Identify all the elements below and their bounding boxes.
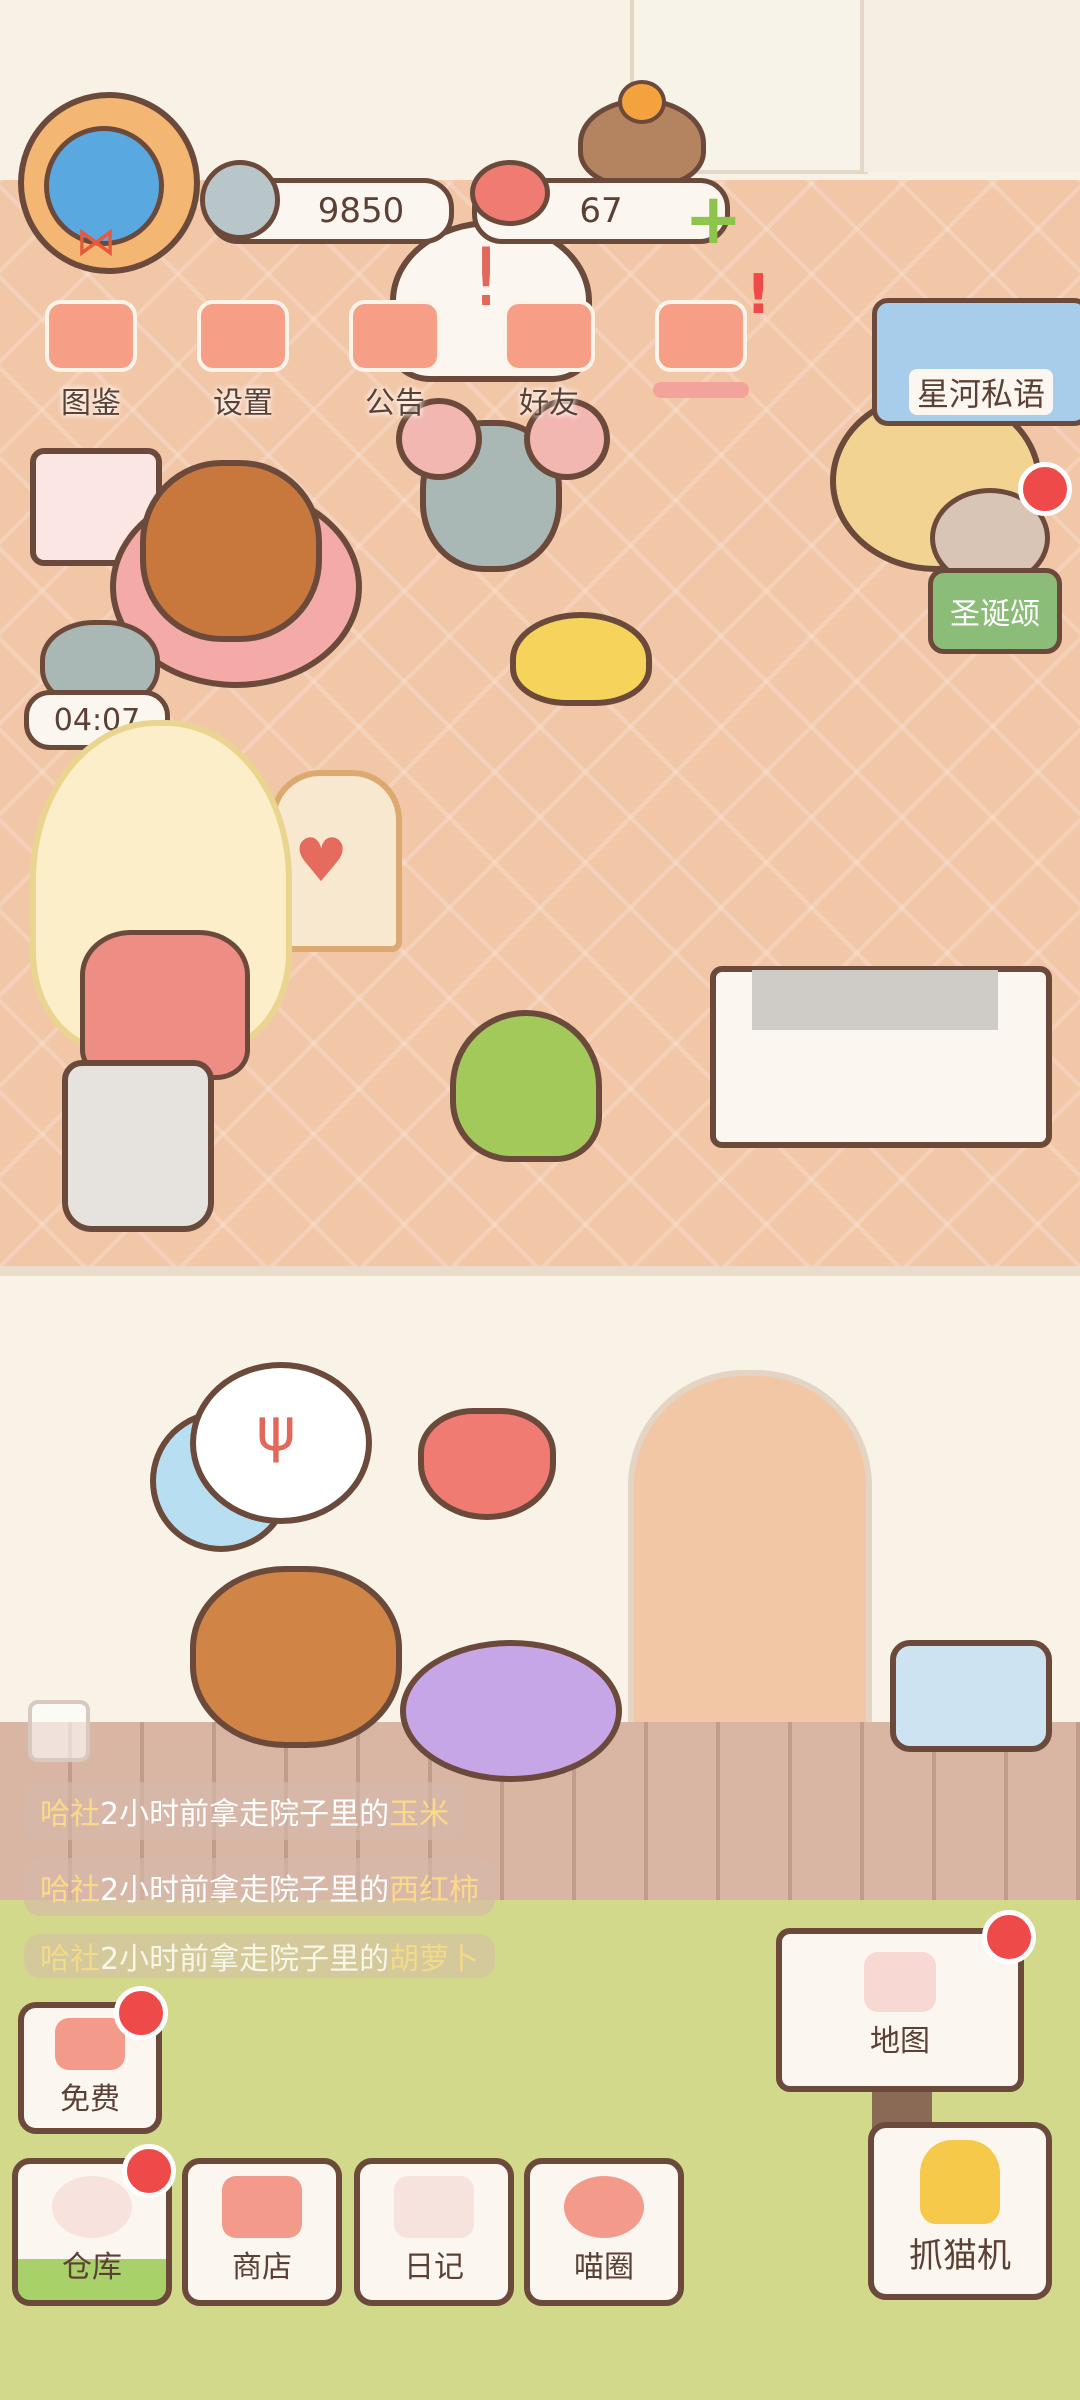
notice-name: 哈社 bbox=[40, 1942, 100, 1977]
frog-sprite[interactable] bbox=[450, 1010, 602, 1162]
claw-icon bbox=[920, 2140, 1000, 2224]
gear-icon bbox=[197, 300, 289, 372]
menu-label-settings: 设置 bbox=[213, 386, 273, 421]
menu-item-friends[interactable]: 好友 bbox=[490, 300, 608, 421]
warehouse-icon bbox=[52, 2176, 132, 2238]
menu-label-collection: 图鉴 bbox=[61, 386, 121, 421]
shop-button[interactable]: 商店 bbox=[182, 2158, 342, 2306]
fish-currency-value: 9850 bbox=[317, 191, 405, 231]
girl-dress bbox=[80, 930, 250, 1080]
notice-item-3: 哈社 2小时前拿走院子里的 胡萝卜 bbox=[24, 1934, 496, 1978]
arch-doorway[interactable] bbox=[628, 1370, 872, 1736]
map-notification-badge bbox=[982, 1910, 1036, 1964]
notice-item: 胡萝卜 bbox=[389, 1942, 480, 1977]
affection-progress-bar bbox=[653, 382, 749, 398]
heart-painting: ♥ bbox=[294, 826, 348, 896]
cat-circle-label: 喵圈 bbox=[574, 2250, 634, 2285]
menu-item-affection[interactable] bbox=[642, 300, 760, 400]
warehouse-label: 仓库 bbox=[62, 2250, 122, 2285]
map-label: 地图 bbox=[870, 2024, 930, 2059]
diary-button[interactable]: 日记 bbox=[354, 2158, 514, 2306]
menu-label-announcement: 公告 bbox=[365, 386, 425, 421]
heart-hands-icon bbox=[655, 300, 747, 372]
warehouse-notification-badge bbox=[122, 2144, 176, 2198]
free-label: 免费 bbox=[60, 2082, 120, 2117]
christmas-carol-label: 圣诞颂 bbox=[950, 597, 1040, 632]
diary-icon bbox=[394, 2176, 474, 2238]
menu-label-friends: 好友 bbox=[519, 386, 579, 421]
christmas-notification-badge bbox=[1018, 462, 1072, 516]
add-heart-button[interactable]: + bbox=[684, 184, 743, 254]
bow-icon: ⋈ bbox=[76, 219, 116, 265]
notice-item: 西红柿 bbox=[389, 1873, 480, 1908]
fish-icon bbox=[200, 160, 280, 240]
christmas-carol-button[interactable]: 圣诞颂 bbox=[928, 568, 1062, 654]
seed-box-lid bbox=[752, 970, 998, 1030]
notice-name: 哈社 bbox=[40, 1873, 100, 1908]
free-heart-icon bbox=[55, 2018, 125, 2070]
free-notification-badge bbox=[114, 1986, 168, 2040]
heart-sign bbox=[418, 1408, 556, 1520]
menu-item-collection[interactable]: 图鉴 bbox=[32, 300, 150, 421]
trash-can bbox=[62, 1060, 214, 1232]
shop-icon bbox=[222, 2176, 302, 2238]
notice-item-2: 哈社 2小时前拿走院子里的 西红柿 bbox=[24, 1858, 496, 1916]
heart-icon bbox=[470, 160, 550, 226]
orange-fruit-icon bbox=[618, 80, 666, 124]
claw-machine-label: 抓猫机 bbox=[909, 2236, 1011, 2276]
notice-text: 2小时前拿走院子里的 bbox=[100, 1797, 390, 1832]
notice-name: 哈社 bbox=[40, 1797, 100, 1832]
notice-text: 2小时前拿走院子里的 bbox=[100, 1942, 390, 1977]
message-toggle-icon[interactable] bbox=[28, 1700, 90, 1762]
gift-icon bbox=[349, 300, 441, 372]
fork-spoon-icon: ψ bbox=[256, 1395, 296, 1465]
cat-planet-icon bbox=[564, 2176, 644, 2238]
shop-label: 商店 bbox=[232, 2250, 292, 2285]
star-river-button[interactable]: 星河私语 bbox=[872, 298, 1080, 426]
alert-icon: ! bbox=[746, 263, 771, 326]
menu-item-settings[interactable]: 设置 bbox=[184, 300, 302, 421]
telescope[interactable] bbox=[890, 1640, 1052, 1752]
cat-circle-button[interactable]: 喵圈 bbox=[524, 2158, 684, 2306]
notice-item-1: 哈社 2小时前拿走院子里的 玉米 bbox=[24, 1782, 466, 1840]
cat-book-icon bbox=[45, 300, 137, 372]
flower-pot bbox=[400, 1640, 622, 1782]
exclamation-icon: ! bbox=[470, 231, 503, 324]
friends-icon bbox=[503, 300, 595, 372]
orange-cat-sprite[interactable] bbox=[190, 1566, 402, 1748]
food-bowl[interactable] bbox=[510, 612, 652, 706]
house-icon bbox=[864, 1952, 936, 2012]
floor-edge bbox=[0, 1266, 1080, 1276]
heart-currency-value: 67 bbox=[579, 191, 623, 231]
notice-item: 玉米 bbox=[389, 1797, 450, 1832]
menu-item-announcement[interactable]: 公告 bbox=[336, 300, 454, 421]
notice-text: 2小时前拿走院子里的 bbox=[100, 1873, 390, 1908]
window bbox=[860, 0, 1080, 172]
tabby-cat-sprite[interactable] bbox=[140, 460, 322, 642]
star-river-label: 星河私语 bbox=[908, 369, 1053, 415]
claw-machine-button[interactable]: 抓猫机 bbox=[868, 2122, 1052, 2300]
diary-label: 日记 bbox=[404, 2250, 464, 2285]
